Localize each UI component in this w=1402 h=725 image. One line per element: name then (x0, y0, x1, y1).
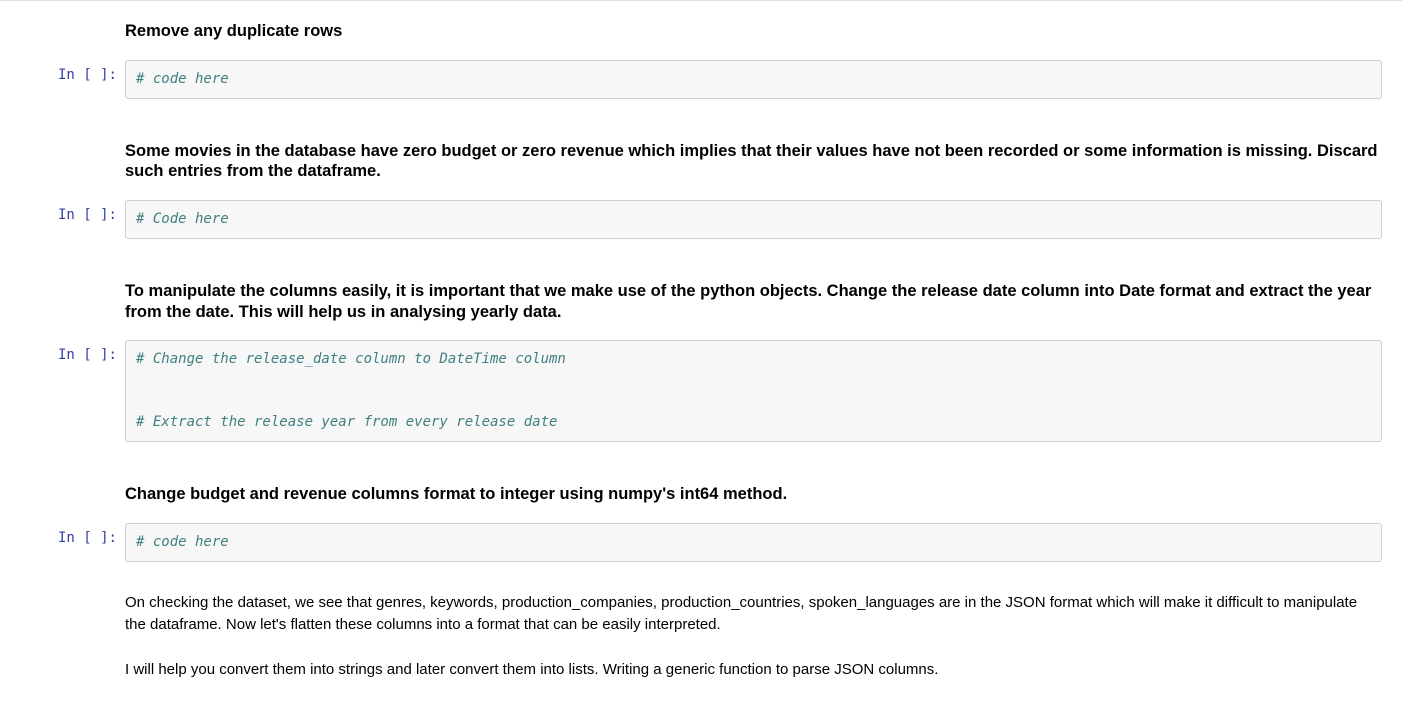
code-cell[interactable]: In [ ]: # code here (20, 519, 1382, 566)
top-rule (0, 0, 1402, 1)
notebook-container: Remove any duplicate rows In [ ]: # code… (0, 3, 1402, 725)
input-prompt: In [ ]: (20, 340, 125, 370)
paragraph-json-columns: On checking the dataset, we see that gen… (125, 588, 1382, 642)
code-comment: # Code here (136, 211, 229, 227)
input-prompt: In [ ]: (20, 200, 125, 230)
code-cell[interactable]: In [ ]: # Change the release_date column… (20, 336, 1382, 446)
markdown-cell: To manipulate the columns easily, it is … (20, 273, 1382, 332)
code-input-area[interactable]: # code here (125, 60, 1382, 99)
heading-remove-duplicates: Remove any duplicate rows (125, 17, 1382, 48)
code-comment: # code here (136, 534, 229, 550)
code-comment: # code here (136, 71, 229, 87)
code-comment: # Extract the release year from every re… (136, 414, 557, 430)
code-cell[interactable]: In [ ]: # code here (20, 56, 1382, 103)
markdown-cell: Remove any duplicate rows (20, 13, 1382, 52)
paragraph-convert-strings: I will help you convert them into string… (125, 655, 1382, 687)
code-input-area[interactable]: # Code here (125, 200, 1382, 239)
heading-discard-zero: Some movies in the database have zero bu… (125, 137, 1382, 188)
heading-release-date: To manipulate the columns easily, it is … (125, 277, 1382, 328)
code-comment: # Change the release_date column to Date… (136, 351, 566, 367)
markdown-cell: Some movies in the database have zero bu… (20, 133, 1382, 192)
markdown-cell: On checking the dataset, we see that gen… (20, 584, 1382, 691)
input-prompt: In [ ]: (20, 60, 125, 90)
heading-int64: Change budget and revenue columns format… (125, 480, 1382, 511)
code-input-area[interactable]: # Change the release_date column to Date… (125, 340, 1382, 442)
input-prompt: In [ ]: (20, 523, 125, 553)
code-cell[interactable]: In [ ]: # Code here (20, 196, 1382, 243)
markdown-cell: Change budget and revenue columns format… (20, 476, 1382, 515)
code-input-area[interactable]: # code here (125, 523, 1382, 562)
